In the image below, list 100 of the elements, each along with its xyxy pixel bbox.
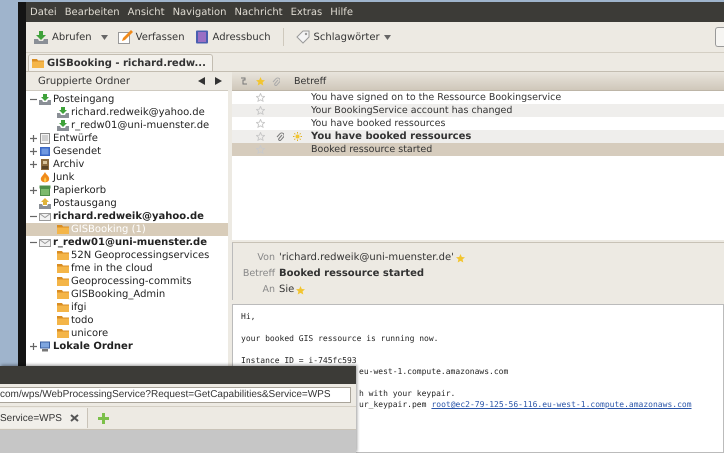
field-label: Betreff [242,267,275,281]
toolbar-button[interactable]: Adressbuch [192,28,273,46]
folder-item[interactable]: Gesendet [26,145,228,158]
folder-item[interactable]: GISBooking_Admin [26,288,228,301]
field-value: 'richard.redweik@uni-muenster.de' [279,251,454,265]
folder-item[interactable]: Papierkorb [26,184,228,197]
star-outline-icon[interactable] [256,132,264,141]
menu-item[interactable]: Extras [290,6,322,18]
folder-item[interactable]: Entwürfe [26,132,228,145]
toolbar-button[interactable]: Abrufen [32,28,110,46]
collapse-icon[interactable] [30,213,36,220]
star-outline-icon[interactable] [256,106,264,115]
body-text: Instance ID = i-745fc593 [241,355,357,366]
inbox-icon [34,30,49,44]
folder-item[interactable]: Archiv [26,158,228,171]
folder-item[interactable]: Lokale Ordner [26,340,228,353]
folder-item[interactable]: todo [26,314,228,327]
sent-icon [39,146,51,157]
tag-icon [296,30,311,44]
body-text: eu-west-1.compute.amazonaws.com [359,366,508,377]
folder-icon [57,276,69,287]
inbox-icon [57,120,69,131]
envelope-icon [39,237,51,248]
close-icon[interactable] [70,414,79,422]
folder-item[interactable]: 52N Geoprocessingservices [26,249,228,262]
column-header[interactable]: Betreff [294,76,326,86]
expand-icon[interactable] [30,148,36,155]
folder-item[interactable]: richard.redweik@yahoo.de [26,210,228,223]
folder-icon [57,315,69,326]
inbox-icon [39,94,51,105]
star-outline-icon[interactable] [256,93,264,102]
thread-icon[interactable] [240,77,248,85]
tab[interactable]: GISBooking - richard.redw... [28,54,213,71]
next-icon[interactable] [215,77,222,85]
body-text: Hi, [241,311,256,322]
pencil-icon [118,30,133,44]
folder-icon [57,224,69,235]
field-value: Booked ressource started [279,267,424,281]
folder-icon [57,328,69,339]
folder-icon [57,302,69,313]
collapse-icon[interactable] [30,96,36,103]
field-value: Sie [279,283,294,297]
message-row[interactable]: Your BookingService account has changed [232,104,724,117]
folder-item[interactable]: richard.redweik@yahoo.de [26,106,228,119]
pane-title: Gruppierte Ordner [38,76,131,86]
message-row[interactable]: You have booked ressources [232,117,724,130]
menu-item[interactable]: Hilfe [330,6,353,18]
flame-icon [39,172,51,183]
trash-icon [39,185,51,196]
toolbar-button[interactable]: Verfassen [116,28,187,46]
body-text: your booked GIS ressource is running now. [241,333,438,344]
archive-icon [39,159,51,170]
previous-icon[interactable] [198,77,205,85]
folder-item[interactable]: Geoprocessing-commits [26,275,228,288]
folder-item[interactable]: r_redw01@uni-muenster.de [26,236,228,249]
email-link[interactable]: root@ec2-79-125-56-116.eu-west-1.compute.amazonaws.com [431,399,692,410]
address-field[interactable]: com/wps/WebProcessingService?Request=GetCapabilities&Service=WPS [0,387,351,403]
body-text: ur_keypair.pem [359,399,426,410]
menu-item[interactable]: Ansicht [128,6,165,18]
expand-icon[interactable] [30,135,36,142]
expand-icon[interactable] [30,161,36,168]
menu-item[interactable]: Bearbeiten [64,6,120,18]
attachment-icon[interactable] [272,76,280,86]
folder-item[interactable]: unicore [26,327,228,340]
star-icon[interactable] [296,286,306,294]
message-row[interactable]: You have booked ressources [232,130,724,143]
folder-item[interactable]: Junk [26,171,228,184]
field-label: Von [256,251,275,265]
toolbar-button[interactable] [715,27,724,47]
menu-item[interactable]: Datei [30,6,57,18]
outbox-icon [39,198,51,209]
folder-icon [57,263,69,274]
tab[interactable]: Service=WPS [0,408,88,428]
folder-item[interactable]: ifgi [26,301,228,314]
inbox-icon [57,107,69,118]
folder-icon [57,289,69,300]
folder-icon [32,58,44,68]
star-icon[interactable] [256,76,264,86]
folder-item[interactable]: r_redw01@uni-muenster.de [26,119,228,132]
plus-icon[interactable] [98,412,109,424]
folder-icon [57,250,69,261]
menu-item[interactable]: Nachricht [234,6,283,18]
body-text: h with your keypair. [359,388,456,399]
folder-item[interactable]: Posteingang [26,93,228,106]
message-row[interactable]: Booked ressource started [232,143,724,156]
envelope-icon [39,211,51,222]
star-outline-icon[interactable] [256,119,264,128]
document-icon [39,133,51,144]
book-icon [194,30,210,44]
collapse-icon[interactable] [30,239,36,246]
star-icon[interactable] [456,254,465,262]
folder-item[interactable]: Postausgang [26,197,228,210]
expand-icon[interactable] [30,187,36,194]
menu-item[interactable]: Navigation [172,6,227,18]
folder-item[interactable]: fme in the cloud [26,262,228,275]
expand-icon[interactable] [30,343,36,350]
toolbar-button[interactable]: Schlagwörter [294,28,393,46]
field-label: An [261,283,275,297]
message-row[interactable]: You have signed on to the Ressource Bookingservice [232,91,724,104]
computer-icon [39,341,51,352]
